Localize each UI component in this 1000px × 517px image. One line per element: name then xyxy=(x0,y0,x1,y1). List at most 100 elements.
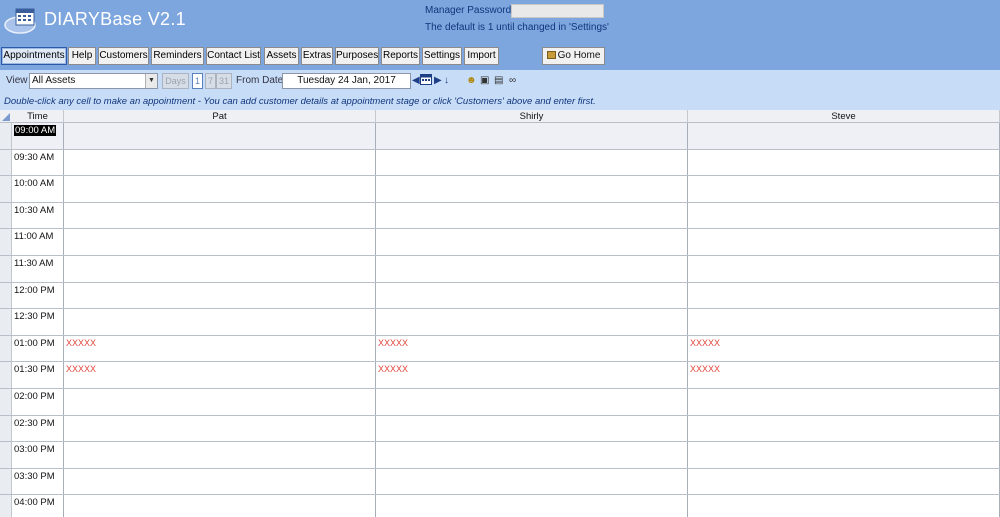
time-cell[interactable]: 09:00 AM xyxy=(12,123,64,149)
days-button[interactable]: Days xyxy=(162,73,189,89)
slot-cell-pat[interactable] xyxy=(64,389,376,415)
slot-cell-shirly[interactable] xyxy=(376,469,688,494)
row-selector[interactable] xyxy=(0,362,12,388)
nav-purposes-button[interactable]: Purposes xyxy=(335,47,379,65)
slot-cell-shirly[interactable] xyxy=(376,442,688,468)
manager-password-input[interactable] xyxy=(511,4,604,18)
nav-assets-button[interactable]: Assets xyxy=(264,47,299,65)
row-selector[interactable] xyxy=(0,336,12,361)
prev-arrow-icon[interactable]: ◀ xyxy=(412,75,420,86)
binoculars-icon[interactable]: ∞ xyxy=(509,75,516,86)
slot-cell-pat[interactable] xyxy=(64,469,376,494)
slot-cell-shirly[interactable] xyxy=(376,309,688,335)
days-option-7[interactable]: 7 xyxy=(205,73,216,89)
column-header-time[interactable]: Time xyxy=(12,110,64,123)
nav-help-button[interactable]: Help xyxy=(68,47,96,65)
slot-cell-steve[interactable] xyxy=(688,150,1000,175)
row-selector[interactable] xyxy=(0,150,12,175)
time-cell[interactable]: 11:00 AM xyxy=(12,229,64,255)
slot-cell-steve[interactable] xyxy=(688,389,1000,415)
view-select[interactable]: All Assets ▼ xyxy=(29,73,158,89)
slot-cell-steve[interactable] xyxy=(688,442,1000,468)
slot-cell-steve[interactable] xyxy=(688,283,1000,308)
row-selector[interactable] xyxy=(0,442,12,468)
slot-cell-steve[interactable] xyxy=(688,123,1000,149)
next-arrow-icon[interactable]: ▶ xyxy=(434,75,442,86)
chevron-down-icon[interactable]: ▼ xyxy=(145,74,157,88)
select-all-corner[interactable] xyxy=(0,110,12,123)
time-cell[interactable]: 04:00 PM xyxy=(12,495,64,517)
slot-cell-pat[interactable] xyxy=(64,256,376,282)
slot-cell-steve[interactable] xyxy=(688,416,1000,441)
time-cell[interactable]: 10:30 AM xyxy=(12,203,64,228)
row-selector[interactable] xyxy=(0,416,12,441)
row-selector[interactable] xyxy=(0,256,12,282)
time-cell[interactable]: 02:00 PM xyxy=(12,389,64,415)
nav-settings-button[interactable]: Settings xyxy=(422,47,462,65)
from-date-input[interactable]: Tuesday 24 Jan, 2017 xyxy=(282,73,411,89)
row-selector[interactable] xyxy=(0,469,12,494)
time-cell[interactable]: 01:30 PM xyxy=(12,362,64,388)
time-cell[interactable]: 12:30 PM xyxy=(12,309,64,335)
calendar-icon[interactable] xyxy=(420,74,432,85)
nav-reports-button[interactable]: Reports xyxy=(381,47,420,65)
nav-extras-button[interactable]: Extras xyxy=(301,47,333,65)
time-cell[interactable]: 03:00 PM xyxy=(12,442,64,468)
slot-cell-steve[interactable]: XXXXX xyxy=(688,336,1000,361)
days-option-31[interactable]: 31 xyxy=(216,73,232,89)
slot-cell-pat[interactable] xyxy=(64,176,376,202)
slot-cell-pat[interactable] xyxy=(64,123,376,149)
slot-cell-shirly[interactable] xyxy=(376,256,688,282)
smiley-icon[interactable]: ☻ xyxy=(466,75,477,86)
row-selector[interactable] xyxy=(0,176,12,202)
slot-cell-shirly[interactable] xyxy=(376,203,688,228)
slot-cell-steve[interactable] xyxy=(688,309,1000,335)
slot-cell-pat[interactable] xyxy=(64,229,376,255)
slot-cell-steve[interactable] xyxy=(688,176,1000,202)
slot-cell-pat[interactable]: XXXXX xyxy=(64,336,376,361)
slot-cell-pat[interactable] xyxy=(64,442,376,468)
slot-cell-pat[interactable]: XXXXX xyxy=(64,362,376,388)
nav-customers-button[interactable]: Customers xyxy=(98,47,149,65)
time-cell[interactable]: 11:30 AM xyxy=(12,256,64,282)
slot-cell-steve[interactable] xyxy=(688,495,1000,517)
time-cell[interactable]: 01:00 PM xyxy=(12,336,64,361)
row-selector[interactable] xyxy=(0,283,12,308)
column-header-pat[interactable]: Pat xyxy=(64,110,376,123)
slot-cell-steve[interactable]: XXXXX xyxy=(688,362,1000,388)
slot-cell-shirly[interactable]: XXXXX xyxy=(376,336,688,361)
nav-contact-list-button[interactable]: Contact List xyxy=(206,47,261,65)
down-arrow-icon[interactable]: ↓ xyxy=(444,75,449,86)
slot-cell-pat[interactable] xyxy=(64,150,376,175)
clipboard-icon[interactable]: ▤ xyxy=(494,75,503,86)
go-home-button[interactable]: Go Home xyxy=(542,47,605,65)
slot-cell-shirly[interactable] xyxy=(376,176,688,202)
slot-cell-pat[interactable] xyxy=(64,416,376,441)
slot-cell-shirly[interactable]: XXXXX xyxy=(376,362,688,388)
nav-reminders-button[interactable]: Reminders xyxy=(151,47,204,65)
time-cell[interactable]: 03:30 PM xyxy=(12,469,64,494)
slot-cell-shirly[interactable] xyxy=(376,283,688,308)
row-selector[interactable] xyxy=(0,495,12,517)
slot-cell-pat[interactable] xyxy=(64,495,376,517)
slot-cell-pat[interactable] xyxy=(64,203,376,228)
slot-cell-shirly[interactable] xyxy=(376,229,688,255)
column-header-steve[interactable]: Steve xyxy=(688,110,1000,123)
slot-cell-shirly[interactable] xyxy=(376,416,688,441)
row-selector[interactable] xyxy=(0,389,12,415)
row-selector[interactable] xyxy=(0,203,12,228)
row-selector[interactable] xyxy=(0,123,12,149)
days-option-1[interactable]: 1 xyxy=(192,73,203,89)
slot-cell-shirly[interactable] xyxy=(376,389,688,415)
slot-cell-shirly[interactable] xyxy=(376,150,688,175)
time-cell[interactable]: 09:30 AM xyxy=(12,150,64,175)
time-cell[interactable]: 02:30 PM xyxy=(12,416,64,441)
row-selector[interactable] xyxy=(0,229,12,255)
slot-cell-pat[interactable] xyxy=(64,283,376,308)
column-header-shirly[interactable]: Shirly xyxy=(376,110,688,123)
slot-cell-steve[interactable] xyxy=(688,229,1000,255)
nav-appointments-button[interactable]: Appointments xyxy=(1,47,67,65)
slot-cell-steve[interactable] xyxy=(688,203,1000,228)
slot-cell-steve[interactable] xyxy=(688,469,1000,494)
slot-cell-pat[interactable] xyxy=(64,309,376,335)
